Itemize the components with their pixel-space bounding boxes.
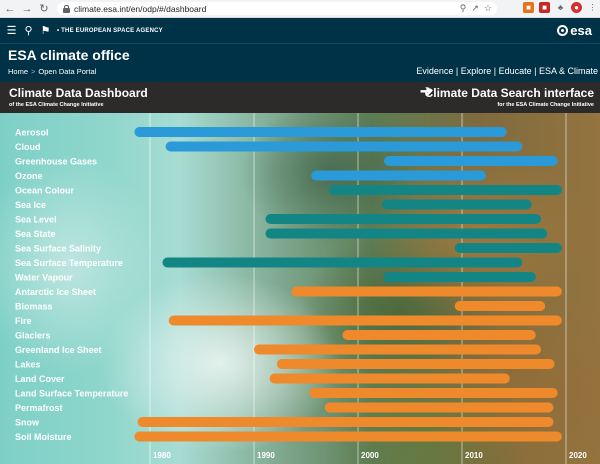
variable-label[interactable]: Greenland Ice Sheet — [15, 345, 102, 355]
timeline-bar[interactable] — [381, 199, 532, 210]
browser-toolbar: ← → ↻ climate.esa.int/en/odp/#/dashboard… — [0, 0, 600, 18]
search-icon[interactable]: ⚲ — [23, 24, 34, 37]
search-interface-link[interactable]: Climate Data Search interface — [425, 86, 594, 100]
extension-icon[interactable]: ■ — [523, 2, 534, 13]
breadcrumb-separator: > — [31, 67, 36, 76]
x-tick-label: 2000 — [361, 451, 379, 460]
site-title[interactable]: ESA climate office — [8, 47, 130, 63]
breadcrumb-current[interactable]: Open Data Portal — [38, 67, 96, 76]
variable-label[interactable]: Sea State — [15, 229, 56, 239]
dashboard-header: Climate Data Dashboard of the ESA Climat… — [0, 82, 600, 113]
timeline-bar[interactable] — [134, 127, 507, 137]
reload-icon[interactable]: ↻ — [37, 2, 51, 16]
variable-label[interactable]: Ocean Colour — [15, 186, 75, 196]
timeline-bar[interactable] — [328, 185, 562, 195]
variable-label[interactable]: Ozone — [15, 171, 43, 181]
variable-label[interactable]: Glaciers — [15, 331, 51, 341]
timeline-bar[interactable] — [137, 417, 554, 427]
variable-label[interactable]: Greenhouse Gases — [15, 157, 97, 167]
timeline-bar[interactable] — [311, 170, 486, 181]
esa-logo-icon — [557, 25, 569, 36]
site-header: ESA climate office Home > Open Data Portal… — [0, 43, 600, 82]
timeline-bar[interactable] — [168, 315, 562, 326]
puzzle-icon[interactable]: ♣ — [555, 2, 566, 13]
timeline-bar[interactable] — [384, 156, 558, 166]
timeline-chart: 1980 1990 2000 2010 2020 Aerosol Cloud Greenhou… — [0, 113, 600, 464]
share-icon[interactable]: ↗ — [471, 3, 479, 14]
timeline-bar[interactable] — [454, 243, 562, 253]
timeline-bar[interactable] — [454, 301, 546, 311]
timeline-bar[interactable] — [382, 272, 536, 282]
variable-label[interactable]: Lakes — [15, 360, 41, 370]
esa-logo[interactable]: esa — [557, 23, 592, 38]
timeline-bar[interactable] — [269, 373, 510, 384]
bookmark-star-icon[interactable]: ☆ — [484, 3, 492, 14]
timeline-bar[interactable] — [254, 344, 542, 355]
profile-avatar-icon[interactable]: ● — [571, 2, 582, 13]
dashboard-subtitle: of the ESA Climate Change Initiative — [9, 102, 104, 108]
variable-label[interactable]: Fire — [15, 316, 32, 326]
esa-top-bar: ☰ ⚲ ⚑ • THE EUROPEAN SPACE AGENCY esa — [0, 18, 600, 43]
flag-icon[interactable]: ⚑ — [40, 24, 51, 37]
timeline-bar[interactable] — [134, 431, 562, 442]
variable-label[interactable]: Land Surface Temperature — [15, 389, 128, 399]
x-tick-label: 2020 — [569, 451, 587, 460]
timeline-bar[interactable] — [342, 330, 536, 340]
breadcrumb: Home > Open Data Portal — [8, 67, 96, 76]
forward-icon[interactable]: → — [20, 2, 34, 16]
extension-icon[interactable]: ■ — [539, 2, 550, 13]
lock-icon — [63, 4, 70, 13]
timeline-bar[interactable] — [276, 359, 555, 369]
timeline-bar[interactable] — [324, 402, 554, 413]
variable-label[interactable]: Aerosol — [15, 128, 49, 138]
variable-label[interactable]: Biomass — [15, 302, 53, 312]
timeline-chart-svg: 1980 1990 2000 2010 2020 Aerosol Cloud Greenhou… — [15, 113, 587, 464]
x-tick-label: 1990 — [257, 451, 275, 460]
search-interface-subtitle: for the ESA Climate Change Initiative — [497, 102, 594, 108]
zoom-icon[interactable]: ⚲ — [460, 3, 467, 14]
timeline-bar[interactable] — [309, 388, 558, 398]
variable-label[interactable]: Water Vapour — [15, 273, 73, 283]
agency-label: • THE EUROPEAN SPACE AGENCY — [57, 27, 163, 34]
timeline-bar[interactable] — [265, 214, 542, 224]
variable-label[interactable]: Permafrost — [15, 403, 63, 413]
timeline-bar[interactable] — [265, 228, 548, 239]
address-bar[interactable]: climate.esa.int/en/odp/#/dashboard ⚲ ↗ ☆ — [57, 2, 497, 15]
breadcrumb-home[interactable]: Home — [8, 67, 28, 76]
variable-label[interactable]: Sea Ice — [15, 200, 46, 210]
variable-label[interactable]: Sea Level — [15, 215, 57, 225]
timeline-bar[interactable] — [291, 286, 562, 297]
hamburger-menu-icon[interactable]: ☰ — [6, 24, 17, 37]
back-icon[interactable]: ← — [3, 2, 17, 16]
variable-label[interactable]: Cloud — [15, 142, 41, 152]
timeline-bar[interactable] — [165, 141, 523, 152]
variable-label[interactable]: Soil Moisture — [15, 432, 72, 442]
x-tick-label: 1980 — [153, 451, 171, 460]
x-tick-label: 2010 — [465, 451, 483, 460]
timeline-bar[interactable] — [162, 257, 523, 268]
variable-label[interactable]: Sea Surface Temperature — [15, 258, 123, 268]
variable-label[interactable]: Sea Surface Salinity — [15, 244, 101, 254]
variable-label[interactable]: Antarctic Ice Sheet — [15, 287, 96, 297]
variable-label[interactable]: Snow — [15, 418, 40, 428]
site-nav-links[interactable]: Evidence | Explore | Educate | ESA & Cli… — [416, 66, 598, 76]
menu-dots-icon[interactable]: ⋮ — [587, 2, 598, 13]
variable-label[interactable]: Land Cover — [15, 374, 65, 384]
url-text: climate.esa.int/en/odp/#/dashboard — [74, 3, 207, 14]
dashboard-title: Climate Data Dashboard — [9, 86, 148, 100]
